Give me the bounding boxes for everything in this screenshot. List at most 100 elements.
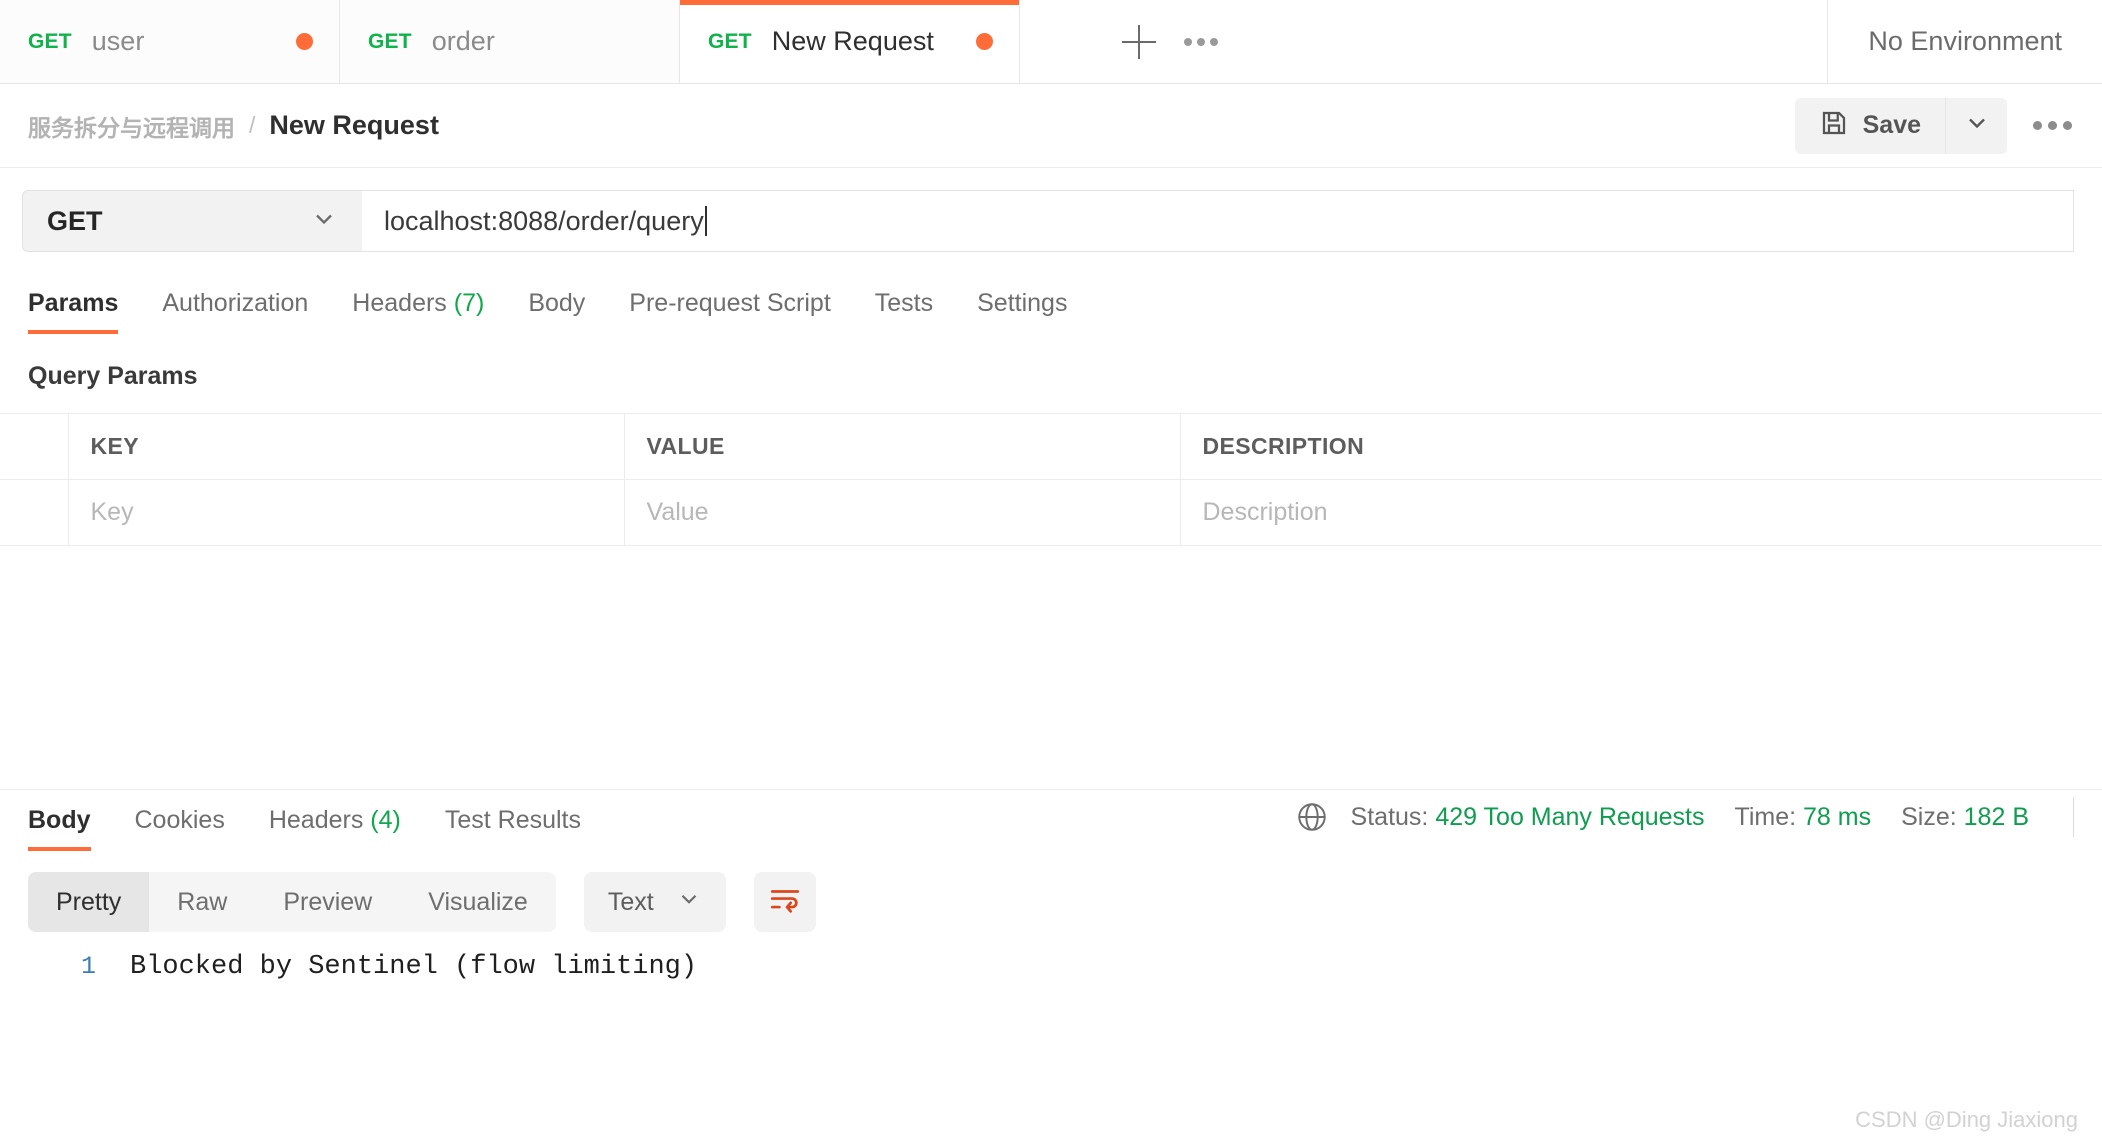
code-line: 1 Blocked by Sentinel (flow limiting)	[0, 952, 2102, 982]
column-header-description: DESCRIPTION	[1180, 413, 2102, 480]
environment-selector[interactable]: No Environment	[1828, 0, 2102, 83]
size-label: Size:	[1901, 802, 1957, 831]
tab-overflow-menu-icon[interactable]	[1184, 37, 1218, 46]
tab-bar-actions	[1020, 0, 1829, 83]
status-label: Status:	[1350, 802, 1429, 831]
chevron-down-icon	[676, 886, 702, 919]
response-tab-test-results[interactable]: Test Results	[423, 806, 603, 851]
tab-headers[interactable]: Headers (7)	[330, 289, 506, 334]
response-format-select[interactable]: Text	[583, 872, 726, 932]
size-meta: Size: 182 B	[1901, 803, 2029, 832]
breadcrumb-separator: /	[249, 112, 256, 138]
request-more-actions-icon[interactable]	[2033, 121, 2072, 130]
response-tab-body[interactable]: Body	[28, 806, 113, 851]
time-meta: Time: 78 ms	[1734, 803, 1871, 832]
response-view-mode-group: Pretty Raw Preview Visualize	[28, 872, 556, 932]
save-button[interactable]: Save	[1794, 97, 1945, 154]
size-value: 182 B	[1963, 802, 2029, 831]
row-checkbox-cell[interactable]	[0, 479, 69, 546]
response-format-value: Text	[607, 887, 654, 916]
response-body-toolbar: Pretty Raw Preview Visualize Text	[28, 872, 816, 932]
response-bar: Body Cookies Headers (4) Test Results St…	[0, 789, 2102, 851]
tab-title-label: user	[91, 26, 145, 56]
meta-divider	[2073, 797, 2074, 837]
http-method-select[interactable]: GET	[22, 190, 362, 252]
time-label: Time:	[1734, 802, 1797, 831]
request-tab-bar: GET user GET order GET New Request No En…	[0, 0, 2102, 84]
tab-method-label: GET	[708, 29, 752, 53]
url-input[interactable]: localhost:8088/order/query	[362, 190, 2074, 252]
globe-icon	[1295, 800, 1329, 834]
tab-label: Test Results	[444, 806, 582, 834]
query-params-table: KEY VALUE DESCRIPTION Key Value Descript…	[0, 413, 2102, 546]
floppy-disk-icon	[1819, 108, 1849, 143]
text-cursor	[704, 206, 707, 236]
unsaved-indicator-dot	[296, 33, 313, 50]
breadcrumb-bar: 服务拆分与远程调用 / New Request Save	[0, 84, 2102, 168]
url-bar: GET localhost:8088/order/query	[0, 168, 2102, 270]
column-header-key: KEY	[68, 413, 625, 480]
select-all-cell	[0, 413, 69, 480]
response-body-text: Blocked by Sentinel (flow limiting)	[130, 952, 698, 982]
query-params-title: Query Params	[28, 362, 198, 390]
column-header-value: VALUE	[624, 413, 1181, 480]
response-body-viewer[interactable]: 1 Blocked by Sentinel (flow limiting)	[0, 952, 2102, 1147]
breadcrumb-collection[interactable]: 服务拆分与远程调用	[28, 109, 235, 143]
tab-label: Pre-request Script	[629, 289, 831, 317]
tab-authorization[interactable]: Authorization	[140, 289, 330, 334]
tab-pre-request-script[interactable]: Pre-request Script	[607, 289, 852, 334]
view-mode-preview[interactable]: Preview	[255, 872, 400, 932]
word-wrap-toggle-button[interactable]	[753, 872, 816, 932]
view-mode-pretty[interactable]: Pretty	[28, 872, 150, 932]
view-mode-visualize[interactable]: Visualize	[400, 872, 556, 932]
param-key-input[interactable]: Key	[68, 479, 625, 546]
tab-label: Body	[528, 289, 586, 317]
status-meta: Status: 429 Too Many Requests	[1351, 803, 1705, 832]
line-number: 1	[80, 952, 96, 981]
chevron-down-icon	[310, 205, 338, 238]
breadcrumb-actions: Save	[1794, 97, 2072, 154]
response-tab-cookies[interactable]: Cookies	[113, 806, 247, 851]
tab-label: Settings	[977, 289, 1068, 317]
tab-tests[interactable]: Tests	[853, 289, 955, 334]
request-tab-order[interactable]: GET order	[340, 0, 680, 83]
tab-label: Cookies	[134, 806, 225, 834]
response-section-tabs: Body Cookies Headers (4) Test Results	[28, 806, 603, 851]
tab-params[interactable]: Params	[28, 289, 140, 334]
tab-settings[interactable]: Settings	[955, 289, 1089, 334]
tab-label: Headers	[352, 289, 447, 317]
save-options-button[interactable]	[1945, 97, 2007, 154]
tab-method-label: GET	[28, 29, 72, 53]
view-mode-raw[interactable]: Raw	[149, 872, 255, 932]
request-section-tabs: Params Authorization Headers (7) Body Pr…	[0, 270, 2102, 334]
breadcrumb-current-request: New Request	[269, 110, 439, 140]
param-value-input[interactable]: Value	[624, 479, 1181, 546]
postman-window: GET user GET order GET New Request No En…	[0, 0, 2102, 1147]
table-row[interactable]: Key Value Description	[0, 479, 2102, 546]
tab-label: Headers	[268, 806, 364, 834]
tab-method-label: GET	[368, 29, 412, 53]
request-tab-user[interactable]: GET user	[0, 0, 340, 83]
param-description-input[interactable]: Description	[1180, 479, 2102, 546]
word-wrap-icon	[768, 883, 802, 922]
tab-count-badge: (7)	[453, 289, 485, 317]
http-method-value: GET	[47, 205, 103, 236]
url-input-value: localhost:8088/order/query	[384, 205, 704, 236]
unsaved-indicator-dot	[976, 33, 993, 50]
response-tab-headers[interactable]: Headers (4)	[247, 806, 423, 851]
tab-label: Body	[28, 806, 91, 834]
chevron-down-icon	[1963, 109, 1991, 142]
tab-label: Tests	[874, 289, 934, 317]
response-meta: Status: 429 Too Many Requests Time: 78 m…	[1295, 797, 2074, 851]
request-tab-new-request[interactable]: GET New Request	[680, 0, 1020, 83]
tab-count-badge: (4)	[370, 806, 401, 834]
save-button-label: Save	[1862, 111, 1921, 139]
table-header-row: KEY VALUE DESCRIPTION	[0, 413, 2102, 480]
tab-label: Params	[28, 289, 119, 317]
environment-label: No Environment	[1868, 26, 2062, 56]
time-value: 78 ms	[1803, 802, 1872, 831]
new-tab-icon[interactable]	[1122, 24, 1156, 59]
tab-body[interactable]: Body	[506, 289, 607, 334]
tab-label: Authorization	[162, 289, 309, 317]
watermark: CSDN @Ding Jiaxiong	[1855, 1107, 2078, 1132]
